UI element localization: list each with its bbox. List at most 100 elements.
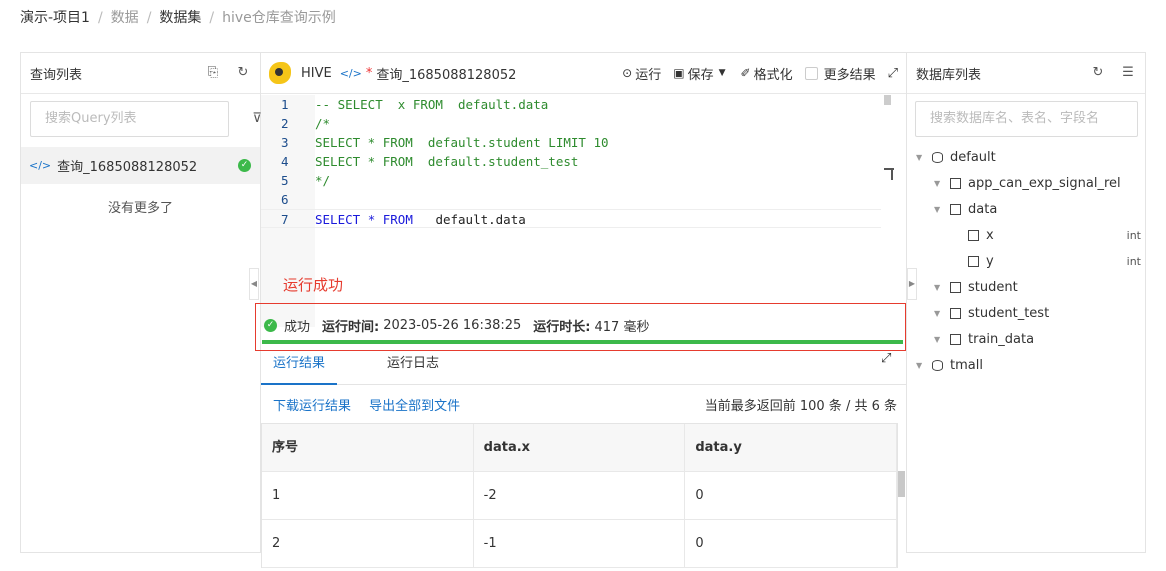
tree-database-tmall[interactable]: ▼ tmall — [907, 353, 1145, 379]
breadcrumb-project[interactable]: 演示-项目1 — [20, 10, 90, 26]
run-status-bar: ✓ 成功 运行时间: 2023-05-26 16:38:25 运行时长: 417… — [255, 303, 906, 351]
code-icon: </> — [29, 159, 52, 172]
result-count: 当前最多返回前 100 条 / 共 6 条 — [704, 399, 897, 414]
tree-column[interactable]: y int — [907, 249, 1145, 275]
table-icon — [950, 178, 961, 189]
code-icon: </> — [339, 66, 362, 80]
col-header[interactable]: data.y — [685, 424, 898, 471]
expand-results-icon[interactable]: ⤢ — [881, 351, 891, 366]
settings-sliders-icon[interactable]: ☰ — [1120, 65, 1136, 81]
table-cell: 2 — [262, 520, 474, 567]
chevron-down-icon: ▼ — [718, 68, 726, 78]
tree-table[interactable]: ▼ app_can_exp_signal_rel — [907, 171, 1145, 197]
run-button[interactable]: ⊙ 运行 — [622, 64, 661, 83]
download-result-link[interactable]: 下载运行结果 — [273, 399, 351, 414]
code-line: 5 */ — [281, 173, 331, 188]
new-query-icon[interactable]: ⎘ — [205, 65, 221, 81]
table-cell: 0 — [685, 520, 898, 567]
breadcrumb: 演示-项目1/数据 / 数据集 / hive仓库查询示例 — [20, 10, 336, 26]
table-row: 1 -2 0 — [262, 472, 898, 520]
table-header-row: 序号 data.x data.y — [262, 424, 898, 472]
table-icon — [950, 204, 961, 215]
refresh-icon[interactable]: ↻ — [1090, 65, 1106, 81]
unsaved-marker: * — [365, 65, 373, 81]
run-duration-label: 运行时长: — [533, 320, 591, 335]
run-time-label: 运行时间: — [322, 320, 380, 335]
query-list-panel: 查询列表 ⎘ ↻ 搜索Query列表 ⊽ </> 查询_168508812805… — [20, 52, 262, 553]
column-icon — [968, 230, 979, 241]
refresh-icon[interactable]: ↻ — [235, 65, 251, 81]
result-tabs: 运行结果 运行日志 ⤢ — [261, 349, 906, 385]
save-button[interactable]: ▣ 保存 ▼ — [673, 64, 728, 83]
query-name: 查询_1685088128052 — [376, 67, 517, 83]
breadcrumb-data[interactable]: 数据 — [111, 10, 139, 26]
more-results-checkbox[interactable]: 更多结果 — [804, 64, 876, 83]
run-status-line: ✓ 成功 运行时间: 2023-05-26 16:38:25 运行时长: 417… — [264, 316, 649, 335]
format-button[interactable]: ✐ 格式化 — [741, 64, 793, 83]
fullscreen-icon[interactable]: ⤢ — [888, 66, 898, 81]
code-line: 3 SELECT * FROM default.student LIMIT 10 — [281, 135, 609, 150]
tree-database-default[interactable]: ▼ default — [907, 145, 1145, 171]
run-success-annotation: 运行成功 — [283, 276, 344, 294]
caret-down-icon: ▼ — [934, 335, 941, 344]
run-duration-value: 417 毫秒 — [594, 320, 650, 335]
table-cell: 0 — [685, 472, 898, 519]
result-actions: 下载运行结果 导出全部到文件 — [273, 395, 474, 414]
database-list-header: 数据库列表 ↻ ☰ — [907, 53, 1145, 94]
breadcrumb-current: hive仓库查询示例 — [222, 10, 336, 26]
save-icon: ▣ — [673, 66, 685, 80]
sql-editor[interactable]: 1 -- SELECT x FROM default.data 2/* 3 SELE… — [261, 95, 894, 327]
caret-down-icon: ▼ — [916, 153, 923, 162]
editor-scroll-marker — [891, 168, 893, 180]
tree-table[interactable]: ▼ train_data — [907, 327, 1145, 353]
engine-label: HIVE — [301, 65, 332, 81]
export-all-link[interactable]: 导出全部到文件 — [369, 399, 460, 414]
success-check-icon: ✓ — [238, 159, 251, 172]
hive-logo-icon — [269, 62, 291, 84]
code-line: 6 — [281, 192, 289, 207]
database-list-panel: 数据库列表 ↻ ☰ 搜索数据库名、表名、字段名 ▼ default ▼ app_ca… — [906, 52, 1146, 553]
table-cell: 1 — [262, 472, 474, 519]
caret-down-icon: ▼ — [934, 283, 941, 292]
table-icon — [950, 308, 961, 319]
editor-scrollbar[interactable] — [884, 95, 891, 105]
caret-down-icon: ▼ — [934, 309, 941, 318]
tree-table[interactable]: ▼ student_test — [907, 301, 1145, 327]
status-state: 成功 — [284, 320, 311, 335]
collapse-left-toggle[interactable]: ◀ — [249, 268, 259, 300]
database-list-title: 数据库列表 — [916, 67, 982, 83]
query-editor-area: HIVE </> * 查询_1685088128052 ⊙ 运行 ▣ 保存 ▼ ✐ 格式… — [255, 52, 906, 568]
table-cell: -1 — [474, 520, 686, 567]
editor-toolbar: HIVE </> * 查询_1685088128052 ⊙ 运行 ▣ 保存 ▼ ✐ 格式… — [261, 53, 906, 94]
query-list-item[interactable]: </> 查询_1685088128052 ✓ — [21, 147, 260, 184]
tree-table[interactable]: ▼ data — [907, 197, 1145, 223]
code-line: 2/* — [281, 116, 331, 131]
code-line-current: 7 SELECT * FROM default.data — [261, 209, 881, 228]
breadcrumb-dataset[interactable]: 数据集 — [159, 10, 201, 26]
col-header[interactable]: 序号 — [262, 424, 474, 471]
col-header[interactable]: data.x — [474, 424, 686, 471]
table-row: 2 -1 0 — [262, 520, 898, 568]
database-icon — [932, 360, 943, 371]
no-more-text: 没有更多了 — [107, 201, 173, 216]
caret-down-icon: ▼ — [916, 361, 923, 370]
result-table: 序号 data.x data.y 1 -2 0 2 -1 0 — [261, 423, 898, 568]
caret-down-icon: ▼ — [934, 179, 941, 188]
database-icon — [932, 152, 943, 163]
play-icon: ⊙ — [622, 66, 633, 80]
query-list-header: 查询列表 ⎘ ↻ — [21, 53, 260, 94]
database-search-input[interactable]: 搜索数据库名、表名、字段名 — [915, 101, 1138, 137]
query-search-input[interactable]: 搜索Query列表 — [30, 101, 229, 137]
table-icon — [950, 334, 961, 345]
table-scrollbar[interactable] — [898, 471, 905, 497]
tab-run-log[interactable]: 运行日志 — [387, 349, 439, 385]
tree-column[interactable]: x int — [907, 223, 1145, 249]
query-list-title: 查询列表 — [30, 67, 83, 83]
code-line: 4 SELECT * FROM default.student_test — [281, 154, 579, 169]
tree-table[interactable]: ▼ student — [907, 275, 1145, 301]
table-cell: -2 — [474, 472, 686, 519]
magic-wand-icon: ✐ — [740, 66, 751, 80]
query-item-name: 查询_1685088128052 — [57, 160, 198, 175]
tab-run-result[interactable]: 运行结果 — [261, 349, 337, 385]
run-time-value: 2023-05-26 16:38:25 — [383, 318, 522, 333]
